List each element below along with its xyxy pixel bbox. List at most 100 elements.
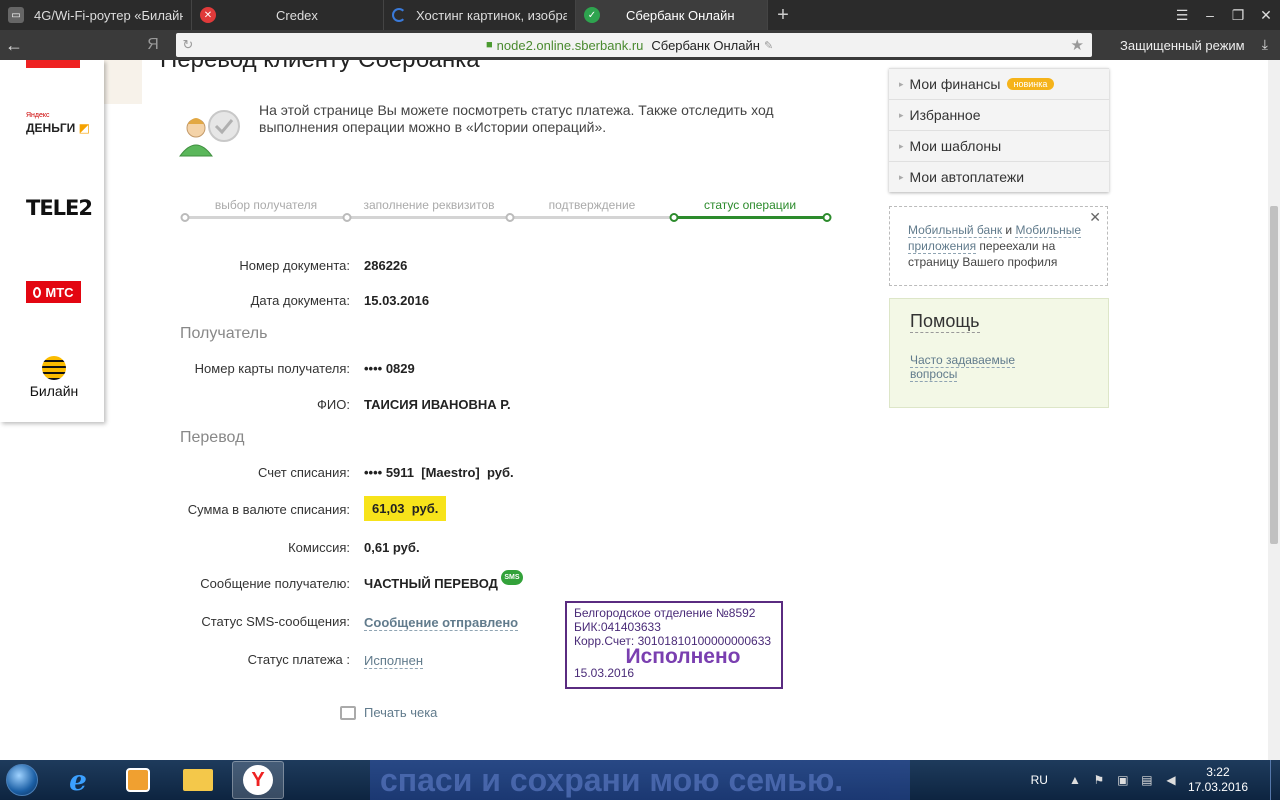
message-label: Сообщение получателю: xyxy=(200,576,350,591)
name-label: ФИО: xyxy=(317,397,350,412)
restore-icon[interactable]: ❐ xyxy=(1224,0,1252,30)
mts-label: МТС xyxy=(45,284,74,300)
notice-and: и xyxy=(1002,223,1016,237)
url-page-title: Сбербанк Онлайн xyxy=(651,37,760,53)
yandex-icon[interactable]: Я xyxy=(138,36,168,54)
sidebar-item-templates[interactable]: Мои шаблоны xyxy=(889,130,1109,161)
dengi-label: ДЕНЬГИ xyxy=(26,121,76,135)
help-panel: Помощь Часто задаваемые вопросы xyxy=(889,298,1109,408)
reload-icon[interactable]: ↻ xyxy=(176,37,200,53)
stamp-branch: Белгородское отделение №8592 xyxy=(574,606,756,620)
language-indicator[interactable]: RU xyxy=(1031,773,1048,787)
stamp-bik: БИК:041403633 xyxy=(574,620,661,634)
download-icon[interactable]: ⤓ xyxy=(1262,36,1268,53)
credex-icon: ✕ xyxy=(200,7,216,23)
taskbar-explorer[interactable] xyxy=(172,761,224,799)
clock[interactable]: 3:22 17.03.2016 xyxy=(1188,765,1248,795)
sms-status-link[interactable]: Сообщение отправлено xyxy=(364,615,519,631)
sidebar-item-label: Мои финансы xyxy=(909,76,1001,92)
pay-status-label: Статус платежа : xyxy=(247,652,350,667)
flag-icon[interactable]: ⚑ xyxy=(1092,773,1106,787)
bookmark-star-icon[interactable]: ★ xyxy=(1071,36,1084,54)
stamp-date: 15.03.2016 xyxy=(574,666,635,680)
tray-expand-icon[interactable]: ▲ xyxy=(1068,773,1082,787)
windows-logo-icon xyxy=(6,764,38,796)
volume-icon[interactable]: ◀ xyxy=(1164,773,1178,787)
partner-logo-mts[interactable]: МТС xyxy=(26,281,81,303)
message-value-row: ЧАСТНЫЙ ПЕРЕВОД SMS xyxy=(364,570,523,591)
sidebar-item-favorites[interactable]: Избранное xyxy=(889,99,1109,130)
tab-label: 4G/Wi-Fi-роутер «Билайн» xyxy=(34,7,183,23)
internet-explorer-icon: e xyxy=(69,763,87,797)
loading-spinner-icon xyxy=(392,8,406,22)
close-icon[interactable]: ✕ xyxy=(1252,0,1280,30)
faq-label: Часто задаваемые вопросы xyxy=(910,353,1016,382)
partner-logo-yandex-money[interactable]: Яндекс ДЕНЬГИ ◩ xyxy=(26,110,90,134)
account-label: Счет списания: xyxy=(257,465,350,480)
progress-track xyxy=(184,216,672,219)
back-button[interactable]: ← xyxy=(0,35,28,56)
doc-date-label: Дата документа: xyxy=(250,293,350,308)
partner-logo-red-strip[interactable] xyxy=(26,60,80,68)
url-field[interactable]: ↻ ■ node2.online.sberbank.ru Сбербанк Он… xyxy=(176,33,1092,57)
account-value: •••• 5911 [Maestro] руб. xyxy=(364,465,514,480)
sidebar-item-label: Мои автоплатежи xyxy=(909,169,1025,185)
start-button[interactable] xyxy=(0,760,44,800)
sidebar-item-autopayments[interactable]: Мои автоплатежи xyxy=(889,161,1109,192)
step-dot xyxy=(342,213,352,222)
close-icon[interactable]: ✕ xyxy=(1089,209,1101,225)
network-icon[interactable]: ▤ xyxy=(1140,773,1154,787)
pay-status-link[interactable]: Исполнен xyxy=(364,653,424,669)
name-value: ТАИСИЯ ИВАНОВНА Р. xyxy=(364,397,511,412)
sms-icon: SMS xyxy=(500,570,523,585)
recipient-section-title: Получатель xyxy=(180,325,268,342)
taskbar-media-player[interactable] xyxy=(112,761,164,799)
beeline-label: Билайн xyxy=(29,383,79,399)
step-dot xyxy=(505,213,515,222)
print-receipt-link[interactable]: Печать чека xyxy=(340,705,437,720)
yandex-browser-icon: Y xyxy=(243,765,273,795)
partner-logos-panel: Яндекс ДЕНЬГИ ◩ TELE2 МТС Билайн xyxy=(0,60,104,422)
tab-credex[interactable]: ✕ Credex xyxy=(192,0,384,30)
scrollbar-thumb[interactable] xyxy=(1270,206,1278,544)
tab-label: Хостинг картинок, изображе xyxy=(416,7,567,23)
system-tray: RU ▲ ⚑ ▣ ▤ ◀ 3:22 17.03.2016 xyxy=(1031,760,1280,800)
page-title: Перевод клиенту Сбербанка xyxy=(160,60,480,74)
taskbar-yandex-browser[interactable]: Y xyxy=(232,761,284,799)
page-scrollbar[interactable] xyxy=(1268,60,1280,760)
yandex-money-mark-icon: ◩ xyxy=(75,121,90,135)
beeline-ball-icon xyxy=(42,356,66,380)
mobile-bank-link[interactable]: Мобильный банк xyxy=(908,223,1003,238)
window-controls: ☰ – ❐ ✕ xyxy=(1168,0,1280,30)
sidebar-item-my-finances[interactable]: Мои финансы новинка xyxy=(889,68,1109,99)
message-value: ЧАСТНЫЙ ПЕРЕВОД xyxy=(364,576,498,591)
partner-logo-tele2[interactable]: TELE2 xyxy=(26,196,93,220)
new-tab-button[interactable]: + xyxy=(768,0,798,30)
stamp-status: Исполнено xyxy=(625,645,741,668)
device-icon[interactable]: ▣ xyxy=(1116,773,1130,787)
step-label: выбор получателя xyxy=(214,198,318,212)
minimize-icon[interactable]: – xyxy=(1196,0,1224,30)
sidebar-menu: Мои финансы новинка Избранное Мои шаблон… xyxy=(889,68,1109,192)
card-value: •••• 0829 xyxy=(364,361,415,376)
windows-taskbar: e Y спаси и сохрани мою семью. RU ▲ ⚑ ▣ … xyxy=(0,760,1280,800)
sms-status-label: Статус SMS-сообщения: xyxy=(201,614,350,629)
doc-number-value: 286226 xyxy=(364,258,408,273)
doc-number-label: Номер документа: xyxy=(239,258,350,273)
tab-label: Credex xyxy=(276,7,318,23)
tab-beeline-router[interactable]: ▭ 4G/Wi-Fi-роутер «Билайн» xyxy=(0,0,192,30)
clock-date: 17.03.2016 xyxy=(1187,780,1248,794)
menu-icon[interactable]: ☰ xyxy=(1168,0,1196,30)
help-title[interactable]: Помощь xyxy=(910,311,980,333)
card-label: Номер карты получателя: xyxy=(194,361,350,376)
tab-sberbank-online[interactable]: ✓ Сбербанк Онлайн xyxy=(576,0,768,30)
protected-mode-label[interactable]: Защищенный режим xyxy=(1100,30,1245,60)
lock-icon: ■ xyxy=(486,39,493,51)
faq-link[interactable]: Часто задаваемые вопросы xyxy=(910,353,1030,382)
partner-logo-beeline[interactable]: Билайн xyxy=(26,356,82,399)
progress-track-active xyxy=(672,216,828,219)
show-desktop-button[interactable] xyxy=(1270,760,1280,800)
taskbar-internet-explorer[interactable]: e xyxy=(52,761,104,799)
step-dot-active xyxy=(669,213,679,222)
tab-image-hosting[interactable]: Хостинг картинок, изображе xyxy=(384,0,576,30)
